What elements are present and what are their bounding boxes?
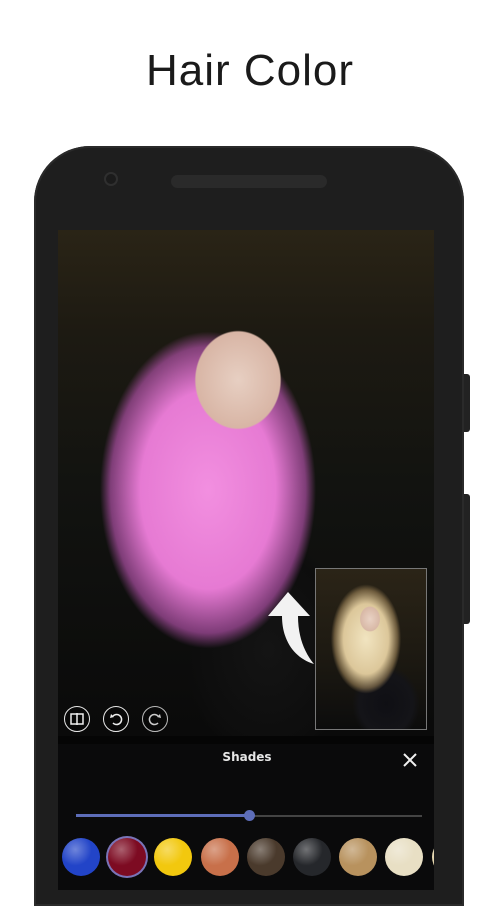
slider-thumb[interactable] [244, 810, 255, 821]
swatch-blue[interactable] [62, 838, 100, 876]
swatch-honey-blonde[interactable] [339, 838, 378, 876]
swatch-copper[interactable] [200, 838, 239, 876]
swatch-platinum[interactable] [385, 838, 424, 876]
compare-icon [70, 713, 84, 725]
phone-power-button [464, 494, 470, 624]
color-swatch-list [62, 836, 434, 880]
swatch-dark-brown[interactable] [246, 838, 285, 876]
undo-button[interactable] [103, 706, 129, 732]
phone-volume-button [464, 374, 470, 432]
swatch-yellow[interactable] [154, 838, 193, 876]
panel-title: Shades [222, 750, 272, 764]
slider-fill [76, 814, 249, 817]
close-icon[interactable] [402, 752, 418, 768]
swatch-burgundy[interactable] [108, 838, 147, 876]
front-camera [104, 172, 118, 186]
redo-button[interactable] [142, 706, 168, 732]
curved-arrow-icon [268, 592, 314, 664]
swatch-black[interactable] [293, 838, 331, 876]
compare-button[interactable] [64, 706, 90, 732]
undo-icon [110, 713, 123, 726]
earpiece-speaker [171, 175, 327, 188]
redo-icon [148, 713, 161, 726]
intensity-slider[interactable] [76, 809, 422, 823]
shades-panel: Shades [58, 744, 434, 890]
editing-toolbar [64, 706, 168, 732]
headline: Hair Color [145, 46, 355, 95]
app-screen: Shades [58, 230, 434, 890]
original-preview-thumbnail[interactable] [315, 568, 427, 730]
swatch-light-blonde[interactable] [431, 838, 434, 876]
